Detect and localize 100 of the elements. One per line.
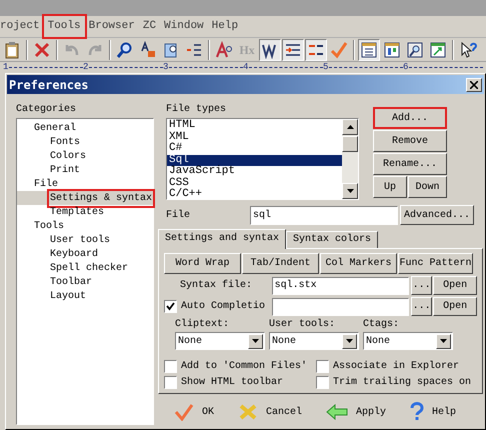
- dropdown-arrow-icon: [252, 339, 259, 343]
- tree-item[interactable]: User tools: [49, 232, 112, 248]
- browse-button[interactable]: ...: [411, 297, 432, 316]
- ruler-number: 2: [83, 63, 88, 72]
- down-button[interactable]: Down: [408, 176, 447, 198]
- side-button[interactable]: Remove: [373, 130, 447, 152]
- checkbox[interactable]: [164, 376, 177, 388]
- footer-button[interactable]: Help: [410, 402, 456, 422]
- auto-completion-label: Auto Completio: [180, 300, 266, 314]
- file-type-item[interactable]: XML: [167, 132, 342, 143]
- open-button[interactable]: Open: [433, 276, 477, 295]
- option-label: Trim trailing spaces on: [333, 376, 472, 390]
- tree-row[interactable]: Colors: [17, 149, 153, 163]
- side-button[interactable]: Rename...: [373, 153, 447, 175]
- panel-button[interactable]: Word Wrap: [164, 253, 241, 274]
- tree-row[interactable]: Templates: [17, 205, 153, 219]
- tree-item[interactable]: Templates: [49, 204, 106, 220]
- auto-completion-field[interactable]: [272, 298, 410, 316]
- ruler-number: 5: [323, 63, 328, 72]
- left-arrow-icon: [326, 404, 348, 420]
- menu-item[interactable]: Tools: [44, 16, 85, 37]
- tree-item[interactable]: General: [33, 120, 78, 136]
- tree-item[interactable]: Spell checker: [49, 260, 130, 276]
- tree-row[interactable]: User tools: [17, 233, 153, 247]
- scroll-down-button[interactable]: [342, 183, 358, 199]
- ruler-number: 6: [403, 63, 408, 72]
- tree-row[interactable]: Keyboard: [17, 247, 153, 261]
- option-label: Add to 'Common Files': [181, 360, 308, 374]
- file-type-item[interactable]: JavaScript: [167, 166, 342, 178]
- dropdown[interactable]: None: [175, 332, 265, 350]
- up-button[interactable]: Up: [373, 176, 407, 198]
- advanced-button[interactable]: Advanced...: [400, 205, 474, 225]
- tree-row[interactable]: Settings & syntax: [17, 191, 153, 205]
- up-arrow-icon: [346, 125, 354, 129]
- ruler-number: 3: [163, 63, 168, 72]
- file-field[interactable]: sql: [250, 206, 398, 224]
- panel-button[interactable]: Col Markers: [320, 253, 397, 274]
- syntax-file-field[interactable]: sql.stx: [272, 276, 410, 294]
- tree-item[interactable]: Layout: [49, 288, 88, 304]
- tree-row[interactable]: Toolbar: [17, 275, 153, 289]
- checkmark-icon: [174, 403, 194, 421]
- panel-button[interactable]: Tab/Indent: [242, 253, 319, 274]
- tree-item[interactable]: Toolbar: [49, 274, 94, 290]
- dropdown[interactable]: None: [269, 332, 359, 350]
- tree-item[interactable]: Settings & syntax: [48, 190, 153, 206]
- footer-button[interactable]: OK: [174, 403, 214, 421]
- footer-button[interactable]: Apply: [326, 404, 386, 420]
- tree-item[interactable]: Keyboard: [49, 246, 100, 262]
- tree-row[interactable]: File: [17, 177, 153, 191]
- tree-row[interactable]: Spell checker: [17, 261, 153, 275]
- checkbox[interactable]: [316, 360, 329, 372]
- question-icon: [410, 402, 424, 422]
- menu-item[interactable]: Help: [208, 16, 242, 37]
- tree-row[interactable]: General: [17, 121, 153, 135]
- categories-label: Categories: [16, 104, 78, 116]
- footer-button[interactable]: Cancel: [238, 403, 302, 421]
- panel-button[interactable]: Func Pattern: [398, 253, 473, 274]
- dropdown-label: Ctags:: [363, 319, 400, 331]
- dropdown-label: Cliptext:: [175, 319, 230, 331]
- file-type-item[interactable]: HTML: [167, 120, 342, 132]
- dropdown-arrow-icon: [440, 339, 447, 343]
- down-arrow-icon: [346, 189, 354, 193]
- tree-item[interactable]: Fonts: [49, 134, 82, 150]
- file-type-item[interactable]: CSS: [167, 178, 342, 189]
- file-types-label: File types: [166, 104, 228, 116]
- checkbox[interactable]: [316, 376, 329, 388]
- ruler-number: 4: [243, 63, 248, 72]
- open-button[interactable]: Open: [433, 297, 477, 316]
- ruler-number: 1: [3, 63, 8, 72]
- close-button[interactable]: [466, 78, 482, 92]
- tree-item[interactable]: Colors: [49, 148, 88, 164]
- dropdown-arrow-icon: [346, 339, 353, 343]
- tree-item[interactable]: Tools: [33, 218, 66, 234]
- menu-item[interactable]: roject: [0, 16, 44, 37]
- file-type-item[interactable]: C#: [167, 143, 342, 154]
- menu-item[interactable]: Browser: [84, 16, 139, 37]
- file-type-item[interactable]: C/C++: [167, 189, 342, 200]
- checkbox[interactable]: [164, 360, 177, 372]
- menu-item[interactable]: Window: [160, 16, 208, 37]
- side-button[interactable]: Add...: [373, 107, 447, 129]
- tab[interactable]: Settings and syntax: [158, 229, 286, 249]
- tree-item[interactable]: File: [33, 176, 60, 192]
- menu-item[interactable]: ZC: [138, 16, 160, 37]
- option-label: Associate in Explorer: [333, 360, 460, 374]
- dropdown[interactable]: None: [363, 332, 453, 350]
- tree-item[interactable]: Print: [49, 162, 82, 178]
- option-label: Show HTML toolbar: [181, 376, 284, 390]
- tree-row[interactable]: Tools: [17, 219, 153, 233]
- file-label: File: [166, 208, 192, 222]
- tab[interactable]: Syntax colors: [286, 231, 378, 248]
- tree-row[interactable]: Print: [17, 163, 153, 177]
- scrollbar[interactable]: [342, 119, 358, 199]
- dropdown-label: User tools:: [269, 319, 336, 331]
- tree-row[interactable]: Layout: [17, 289, 153, 303]
- checkbox[interactable]: [164, 300, 177, 313]
- cross-icon: [238, 403, 258, 421]
- scroll-up-button[interactable]: [342, 119, 358, 135]
- scroll-thumb[interactable]: [342, 136, 358, 152]
- browse-button[interactable]: ...: [411, 276, 432, 295]
- tree-row[interactable]: Fonts: [17, 135, 153, 149]
